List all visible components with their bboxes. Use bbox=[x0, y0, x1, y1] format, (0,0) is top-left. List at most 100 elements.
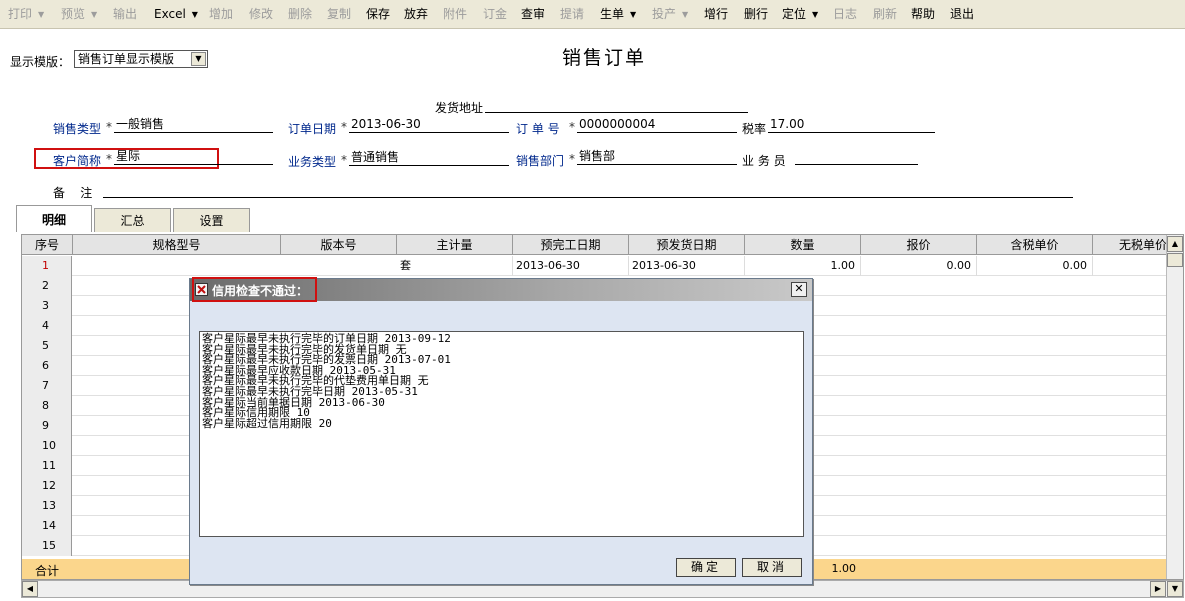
remark-field[interactable] bbox=[103, 182, 1073, 198]
tab-summary[interactable]: 汇总 bbox=[94, 208, 171, 232]
chevron-down-icon[interactable]: ▼ bbox=[192, 4, 198, 25]
audit-check-button[interactable]: 查审 bbox=[517, 4, 549, 25]
unit-cell[interactable]: 套 bbox=[397, 256, 513, 276]
log-button[interactable]: 日志 bbox=[829, 4, 861, 25]
export-button[interactable]: 输出 bbox=[109, 4, 141, 25]
required-mark: * bbox=[569, 120, 575, 134]
column-header[interactable]: 规格型号 bbox=[73, 235, 281, 255]
column-header[interactable]: 版本号 bbox=[281, 235, 397, 255]
tax-price-cell[interactable]: 0.00 bbox=[977, 256, 1093, 276]
sales-dept-field[interactable]: 销售部 bbox=[577, 149, 737, 165]
scroll-right-icon[interactable]: ▶ bbox=[1150, 581, 1166, 597]
production-label: 投产 bbox=[652, 7, 677, 21]
column-header[interactable]: 预完工日期 bbox=[513, 235, 629, 255]
credit-check-dialog: 信用检查不通过： ✕ 客户星际最早未执行完毕的订单日期 2013-09-12 客… bbox=[189, 277, 813, 585]
quantity-cell[interactable]: 1.00 bbox=[745, 256, 861, 276]
order-number-field[interactable]: 0000000004 bbox=[577, 117, 737, 133]
column-header[interactable]: 无税单价 bbox=[1093, 235, 1167, 255]
column-header[interactable]: 主计量 bbox=[397, 235, 513, 255]
exit-button[interactable]: 退出 bbox=[946, 4, 978, 25]
customer-field[interactable]: 星际 bbox=[114, 149, 273, 165]
chevron-down-icon[interactable]: ▼ bbox=[38, 4, 44, 25]
finish-date-cell[interactable]: 2013-06-30 bbox=[513, 256, 629, 276]
locate-button[interactable]: 定位 ▼ bbox=[778, 4, 822, 25]
print-button[interactable]: 打印 ▼ bbox=[4, 4, 48, 25]
chevron-down-icon[interactable]: ▼ bbox=[191, 52, 206, 66]
row-number: 10 bbox=[22, 436, 72, 456]
row-number: 9 bbox=[22, 416, 72, 436]
business-type-field[interactable]: 普通销售 bbox=[349, 150, 509, 166]
copy-button[interactable]: 复制 bbox=[323, 4, 355, 25]
table-row[interactable]: 1 套 2013-06-30 2013-06-30 1.00 0.00 0.00 bbox=[22, 256, 1167, 276]
vertical-scrollbar[interactable]: ▲ bbox=[1166, 235, 1183, 579]
ship-address-field[interactable] bbox=[485, 97, 748, 113]
customer-label: 客户简称 bbox=[53, 154, 102, 168]
tab-detail[interactable]: 明细 bbox=[16, 205, 92, 232]
generate-doc-button[interactable]: 生单 ▼ bbox=[596, 4, 640, 25]
column-header[interactable]: 含税单价 bbox=[977, 235, 1093, 255]
order-date-field[interactable]: 2013-06-30 bbox=[349, 117, 509, 133]
ship-date-cell[interactable]: 2013-06-30 bbox=[629, 256, 745, 276]
preview-label: 预览 bbox=[61, 7, 86, 21]
add-button[interactable]: 增加 bbox=[205, 4, 237, 25]
excel-button[interactable]: Excel ▼ bbox=[150, 4, 202, 25]
business-type-label: 业务类型 bbox=[288, 155, 337, 169]
template-select[interactable]: 销售订单显示模版 ▼ bbox=[74, 50, 208, 68]
delete-button[interactable]: 删除 bbox=[284, 4, 316, 25]
total-label: 合计 bbox=[35, 564, 60, 578]
print-label: 打印 bbox=[8, 7, 33, 21]
submit-request-button[interactable]: 提请 bbox=[556, 4, 588, 25]
order-date-label: 订单日期 bbox=[288, 122, 337, 136]
row-number: 2 bbox=[22, 276, 72, 296]
column-header[interactable]: 预发货日期 bbox=[629, 235, 745, 255]
scroll-thumb[interactable] bbox=[1167, 253, 1183, 267]
row-number: 15 bbox=[22, 536, 72, 556]
edit-button[interactable]: 修改 bbox=[245, 4, 277, 25]
toolbar: 打印 ▼ 预览 ▼ 输出 Excel ▼ 增加 修改 删除 复制 保存 放弃 附件 订… bbox=[0, 0, 1185, 29]
chevron-down-icon[interactable]: ▼ bbox=[682, 4, 688, 25]
quote-cell[interactable]: 0.00 bbox=[861, 256, 977, 276]
required-mark: * bbox=[106, 152, 112, 166]
row-number: 4 bbox=[22, 316, 72, 336]
required-mark: * bbox=[341, 120, 347, 134]
scroll-down-icon[interactable]: ▼ bbox=[1167, 581, 1183, 597]
ok-button[interactable]: 确定 bbox=[676, 558, 736, 577]
sale-type-field[interactable]: 一般销售 bbox=[114, 117, 273, 133]
page-title: 销售订单 bbox=[562, 47, 647, 69]
discard-button[interactable]: 放弃 bbox=[400, 4, 432, 25]
template-select-value: 销售订单显示模版 bbox=[78, 52, 175, 66]
production-button[interactable]: 投产 ▼ bbox=[648, 4, 692, 25]
refresh-button[interactable]: 刷新 bbox=[869, 4, 901, 25]
template-label: 显示模版： bbox=[10, 55, 71, 69]
save-button[interactable]: 保存 bbox=[362, 4, 394, 25]
row-number: 12 bbox=[22, 476, 72, 496]
tab-settings[interactable]: 设置 bbox=[173, 208, 250, 232]
sale-type-label: 销售类型 bbox=[53, 122, 102, 136]
salesperson-field[interactable] bbox=[795, 149, 918, 165]
cancel-button[interactable]: 取消 bbox=[742, 558, 802, 577]
column-header[interactable]: 报价 bbox=[861, 235, 977, 255]
deposit-button[interactable]: 订金 bbox=[479, 4, 511, 25]
chevron-down-icon[interactable]: ▼ bbox=[91, 4, 97, 25]
preview-button[interactable]: 预览 ▼ bbox=[57, 4, 101, 25]
close-icon[interactable]: ✕ bbox=[791, 282, 807, 297]
add-row-button[interactable]: 增行 bbox=[700, 4, 732, 25]
excel-label: Excel bbox=[154, 7, 186, 21]
attachment-button[interactable]: 附件 bbox=[439, 4, 471, 25]
chevron-down-icon[interactable]: ▼ bbox=[812, 4, 818, 25]
row-number: 7 bbox=[22, 376, 72, 396]
row-number: 13 bbox=[22, 496, 72, 516]
tax-rate-field[interactable]: 17.00 bbox=[768, 117, 935, 133]
credit-message-box[interactable]: 客户星际最早未执行完毕的订单日期 2013-09-12 客户星际最早未执行完毕的… bbox=[199, 331, 804, 537]
help-button[interactable]: 帮助 bbox=[907, 4, 939, 25]
required-mark: * bbox=[569, 152, 575, 166]
required-mark: * bbox=[106, 120, 112, 134]
ship-address-label: 发货地址 bbox=[435, 101, 484, 115]
row-number: 1 bbox=[22, 256, 72, 276]
delete-row-button[interactable]: 删行 bbox=[740, 4, 772, 25]
scroll-left-icon[interactable]: ◀ bbox=[22, 581, 38, 597]
column-header[interactable]: 数量 bbox=[745, 235, 861, 255]
chevron-down-icon[interactable]: ▼ bbox=[630, 4, 636, 25]
scroll-up-icon[interactable]: ▲ bbox=[1167, 236, 1183, 252]
column-header[interactable]: 序号 bbox=[22, 235, 73, 255]
